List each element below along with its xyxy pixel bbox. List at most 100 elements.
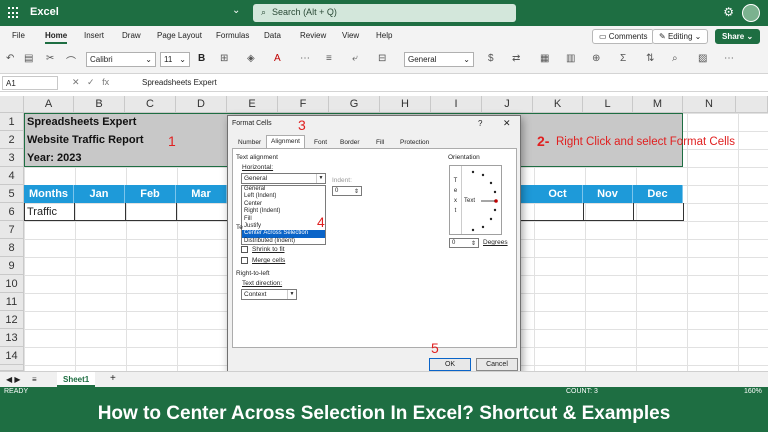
option-fill[interactable]: Fill bbox=[242, 216, 325, 223]
cell-feb[interactable]: Feb bbox=[125, 185, 176, 203]
more-icon[interactable]: ⋯ bbox=[300, 53, 310, 64]
cell-c6[interactable] bbox=[126, 203, 177, 221]
wrap-text-icon[interactable]: ⤶ bbox=[352, 53, 358, 64]
bold-button[interactable]: B bbox=[198, 53, 205, 64]
merge-icon[interactable]: ⊟ bbox=[378, 53, 386, 64]
fill-color-icon[interactable]: ◈ bbox=[247, 53, 255, 64]
clipboard-icon[interactable]: ▤ bbox=[24, 53, 33, 64]
insert-icon[interactable]: ⊕ bbox=[592, 53, 600, 64]
row-header-11[interactable]: 11 bbox=[0, 293, 24, 311]
close-icon[interactable]: ✕ bbox=[503, 118, 511, 129]
column-header-h[interactable]: H bbox=[380, 96, 431, 113]
sheet-tab-sheet1[interactable]: Sheet1 bbox=[57, 372, 96, 387]
cell-dec[interactable]: Dec bbox=[633, 185, 683, 203]
cell-a1[interactable]: Spreadsheets Expert bbox=[27, 116, 136, 128]
row-header-14[interactable]: 14 bbox=[0, 347, 24, 365]
cell-l6[interactable] bbox=[584, 203, 634, 221]
merge-cells-checkbox[interactable] bbox=[241, 257, 248, 264]
decimal-icon[interactable]: ⇄ bbox=[512, 53, 520, 64]
row-header-13[interactable]: 13 bbox=[0, 329, 24, 347]
option-justify[interactable]: Justify bbox=[242, 223, 325, 230]
row-header-7[interactable]: 7 bbox=[0, 221, 24, 239]
option-left-indent[interactable]: Left (Indent) bbox=[242, 193, 325, 200]
column-header-k[interactable]: K bbox=[533, 96, 583, 113]
horizontal-select[interactable]: General ▼ bbox=[241, 173, 326, 184]
sort-icon[interactable]: ⇅ bbox=[646, 53, 654, 64]
ribbon-more-icon[interactable]: ⋯ bbox=[724, 53, 734, 64]
font-name-select[interactable]: Calibri ⌄ bbox=[86, 52, 156, 67]
search-input[interactable]: ⌕ Search (Alt + Q) bbox=[253, 4, 516, 22]
cell-d6[interactable] bbox=[177, 203, 228, 221]
cancel-button[interactable]: Cancel bbox=[476, 358, 518, 371]
column-header-e[interactable]: E bbox=[227, 96, 278, 113]
gear-icon[interactable]: ⚙ bbox=[723, 5, 734, 19]
menu-help[interactable]: Help bbox=[376, 31, 392, 40]
formula-input[interactable]: Spreadsheets Expert bbox=[142, 78, 217, 87]
menu-file[interactable]: File bbox=[12, 31, 25, 40]
menu-formulas[interactable]: Formulas bbox=[216, 31, 249, 40]
number-format-select[interactable]: General ⌄ bbox=[404, 52, 474, 67]
cut-icon[interactable]: ✂ bbox=[46, 53, 54, 64]
vertical-text-button[interactable]: T e x t bbox=[450, 166, 462, 234]
column-header-l[interactable]: L bbox=[583, 96, 633, 113]
avatar[interactable] bbox=[742, 4, 760, 22]
conditional-format-icon[interactable]: ▦ bbox=[540, 53, 549, 64]
column-header-m[interactable]: M bbox=[633, 96, 683, 113]
column-header-i[interactable]: I bbox=[431, 96, 482, 113]
menu-draw[interactable]: Draw bbox=[122, 31, 141, 40]
cell-a2[interactable]: Website Traffic Report bbox=[27, 134, 144, 146]
row-header-2[interactable]: 2 bbox=[0, 131, 24, 149]
cell-nov[interactable]: Nov bbox=[583, 185, 633, 203]
cell-m6[interactable] bbox=[634, 203, 684, 221]
text-direction-select[interactable]: Context ▼ bbox=[241, 289, 297, 300]
cell-a3[interactable]: Year: 2023 bbox=[27, 152, 81, 164]
app-launcher-icon[interactable] bbox=[8, 7, 20, 19]
cell-months[interactable]: Months bbox=[24, 185, 74, 203]
cell-jan[interactable]: Jan bbox=[74, 185, 125, 203]
cell-a6[interactable]: Traffic bbox=[25, 203, 75, 221]
row-header-9[interactable]: 9 bbox=[0, 257, 24, 275]
column-header-a[interactable]: A bbox=[24, 96, 74, 113]
undo-icon[interactable]: ↶ bbox=[6, 53, 14, 64]
ok-button[interactable]: OK bbox=[429, 358, 471, 371]
name-box[interactable]: A1 bbox=[2, 76, 58, 90]
row-header-1[interactable]: 1 bbox=[0, 113, 24, 131]
cell-mar[interactable]: Mar bbox=[176, 185, 227, 203]
comments-button[interactable]: ▭ Comments bbox=[592, 29, 655, 44]
borders-icon[interactable]: ⊞ bbox=[220, 53, 228, 64]
row-header-5[interactable]: 5 bbox=[0, 185, 24, 203]
option-distributed-indent[interactable]: Distributed (Indent) bbox=[242, 238, 325, 245]
share-button[interactable]: Share ⌄ bbox=[715, 29, 761, 44]
table-icon[interactable]: ▥ bbox=[566, 53, 575, 64]
cell-k6[interactable] bbox=[534, 203, 584, 221]
zoom-level[interactable]: 160% bbox=[744, 388, 762, 395]
degrees-spinner[interactable]: 0 ⇕ bbox=[449, 238, 479, 248]
cell-oct[interactable]: Oct bbox=[533, 185, 583, 203]
column-header-j[interactable]: J bbox=[482, 96, 533, 113]
menu-data[interactable]: Data bbox=[264, 31, 281, 40]
row-header-3[interactable]: 3 bbox=[0, 149, 24, 167]
select-all-corner[interactable] bbox=[0, 96, 24, 113]
sheet-list-icon[interactable]: ≡ bbox=[32, 375, 37, 384]
option-right-indent[interactable]: Right (Indent) bbox=[242, 208, 325, 215]
menu-page-layout[interactable]: Page Layout bbox=[157, 31, 202, 40]
option-general[interactable]: General bbox=[242, 186, 325, 193]
font-color-icon[interactable]: A bbox=[274, 53, 281, 64]
row-header-6[interactable]: 6 bbox=[0, 203, 24, 221]
column-header-b[interactable]: B bbox=[74, 96, 125, 113]
row-header-12[interactable]: 12 bbox=[0, 311, 24, 329]
indent-spinner[interactable]: 0 ⇕ bbox=[332, 186, 362, 196]
font-size-select[interactable]: 11 ⌄ bbox=[160, 52, 190, 67]
column-header-g[interactable]: G bbox=[329, 96, 380, 113]
chevron-down-icon[interactable]: ⌄ bbox=[232, 5, 240, 16]
row-header-8[interactable]: 8 bbox=[0, 239, 24, 257]
shrink-to-fit-checkbox[interactable] bbox=[241, 246, 248, 253]
row-header-10[interactable]: 10 bbox=[0, 275, 24, 293]
help-icon[interactable]: ? bbox=[478, 119, 482, 128]
column-header-f[interactable]: F bbox=[278, 96, 329, 113]
menu-review[interactable]: Review bbox=[300, 31, 326, 40]
menu-insert[interactable]: Insert bbox=[84, 31, 104, 40]
sum-icon[interactable]: Σ bbox=[620, 53, 626, 64]
sheet-nav-icon[interactable]: ◀ ▶ bbox=[6, 375, 21, 384]
orientation-control[interactable]: T e x t Text bbox=[449, 165, 502, 235]
